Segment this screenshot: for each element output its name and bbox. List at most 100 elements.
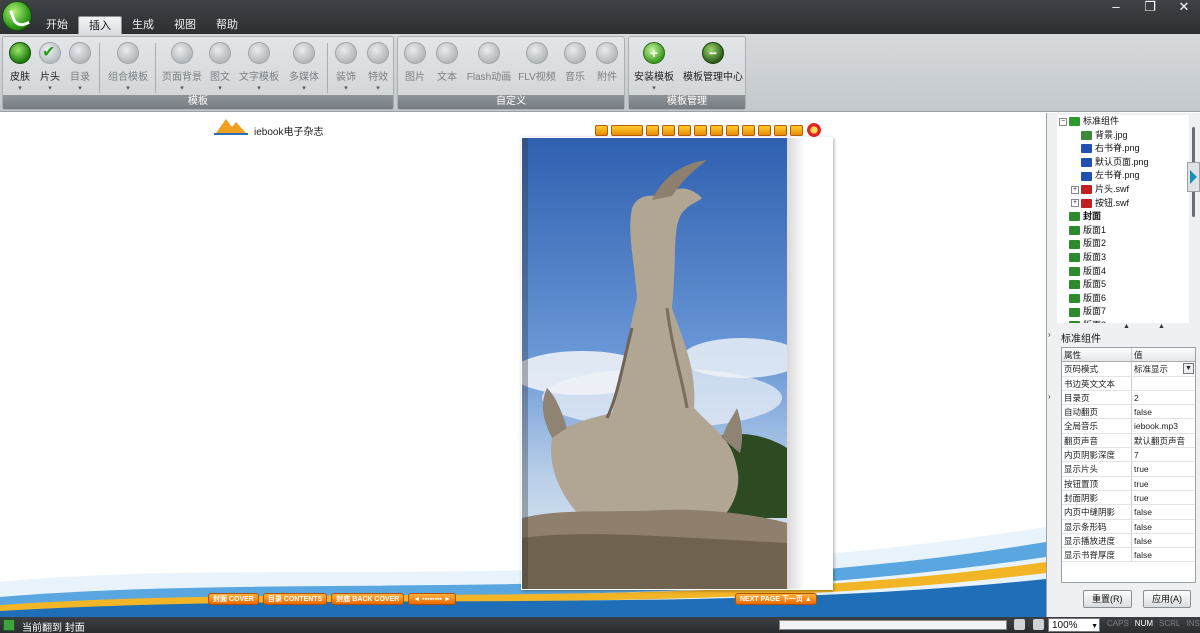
property-row[interactable]: 翻页声音 默认翻页声音: [1062, 433, 1195, 449]
property-value[interactable]: 7: [1132, 448, 1195, 461]
settings-icon[interactable]: [726, 124, 739, 136]
refresh-icon[interactable]: [1033, 619, 1044, 630]
property-row[interactable]: 书边英文文本: [1062, 376, 1195, 391]
expand-toggle-icon[interactable]: +: [1071, 199, 1079, 208]
contents-nav-button[interactable]: 目录 CONTENTS: [262, 593, 328, 605]
app-menu-orb-icon[interactable]: [2, 1, 32, 31]
email-icon[interactable]: [694, 124, 707, 136]
property-value[interactable]: true: [1132, 477, 1195, 490]
property-row[interactable]: 显示片头 true: [1062, 462, 1195, 477]
effect-button[interactable]: 特效 ▾: [365, 39, 391, 95]
sun-gear-icon[interactable]: [806, 122, 822, 138]
edit-icon[interactable]: [758, 124, 771, 136]
toc-button[interactable]: 目录 ▾: [67, 39, 93, 95]
tree-item[interactable]: 版面7: [1057, 305, 1189, 319]
property-value[interactable]: 标准显示 ▼: [1132, 362, 1195, 375]
property-row[interactable]: 内页中缝阴影 false: [1062, 505, 1195, 520]
intro-button[interactable]: 片头 ▾: [37, 39, 63, 95]
close-viewer-icon[interactable]: [790, 124, 803, 136]
tab-start[interactable]: 开始: [36, 16, 78, 34]
print-icon[interactable]: [1014, 619, 1025, 630]
property-value[interactable]: false: [1132, 534, 1195, 547]
tree-item[interactable]: − 标准组件: [1057, 115, 1189, 129]
decoration-button[interactable]: 装饰 ▾: [333, 39, 359, 95]
zoom-icon[interactable]: [595, 124, 608, 136]
restore-button[interactable]: ❐: [1142, 0, 1158, 14]
property-value[interactable]: 2: [1132, 391, 1195, 404]
tree-item[interactable]: 左书脊.png: [1057, 169, 1189, 183]
music-button[interactable]: 音乐: [562, 39, 588, 95]
property-row[interactable]: 自动翻页 false: [1062, 405, 1195, 420]
tree-scroll-up-icon[interactable]: ▲: [1123, 323, 1130, 330]
image-button[interactable]: 图片: [402, 39, 428, 95]
property-value[interactable]: false: [1132, 548, 1195, 561]
reset-button[interactable]: 重置(R): [1083, 590, 1132, 608]
tab-generate[interactable]: 生成: [122, 16, 164, 34]
property-value[interactable]: [1132, 377, 1195, 390]
template-manager-button[interactable]: 模板管理中心: [683, 39, 743, 95]
next-page-button[interactable]: NEXT PAGE 下一页 ▲: [735, 593, 817, 605]
collapse-arrow-icon[interactable]: ›: [1048, 392, 1051, 401]
text-button[interactable]: 文本: [434, 39, 460, 95]
property-value[interactable]: 默认翻页声音: [1132, 434, 1195, 447]
fullscreen-icon[interactable]: [678, 124, 691, 136]
install-template-button[interactable]: 安装模板 ▾: [633, 39, 675, 95]
sound-icon[interactable]: [742, 124, 755, 136]
image-text-button[interactable]: 图文 ▾: [207, 39, 233, 95]
tree-item[interactable]: 版面5: [1057, 278, 1189, 292]
close-button[interactable]: ✕: [1176, 0, 1192, 14]
expand-toggle-icon[interactable]: −: [1059, 117, 1067, 126]
property-row[interactable]: 显示播放进度 false: [1062, 533, 1195, 549]
expand-toggle-icon[interactable]: +: [1071, 185, 1079, 194]
tree-item[interactable]: 版面4: [1057, 265, 1189, 279]
property-row[interactable]: 目录页 2: [1062, 390, 1195, 406]
property-row[interactable]: 显示条形码 false: [1062, 519, 1195, 534]
minimize-icon[interactable]: [774, 124, 787, 136]
property-row[interactable]: 全局音乐 iebook.mp3: [1062, 419, 1195, 434]
volume-slider[interactable]: ◄ ▪▪▪▪▪▪▪▪ ►: [408, 593, 456, 605]
tree-item[interactable]: 版面6: [1057, 292, 1189, 306]
tab-help[interactable]: 帮助: [206, 16, 248, 34]
skin-button[interactable]: 皮肤 ▾: [7, 39, 33, 95]
combo-template-button[interactable]: 组合模板 ▾: [107, 39, 149, 95]
tree-item[interactable]: 版面1: [1057, 224, 1189, 238]
property-row[interactable]: 内页阴影深度 7: [1062, 448, 1195, 463]
tree-scrollbar[interactable]: [1191, 115, 1197, 323]
apply-button[interactable]: 应用(A): [1143, 590, 1191, 608]
tree-scroll-up-icon[interactable]: ▲: [1158, 323, 1165, 330]
tree-item[interactable]: 封面: [1057, 210, 1189, 224]
property-value[interactable]: false: [1132, 505, 1195, 518]
tree-item[interactable]: 右书脊.png: [1057, 142, 1189, 156]
help-icon[interactable]: [710, 124, 723, 136]
cover-nav-button[interactable]: 封面 COVER: [208, 593, 259, 605]
property-value[interactable]: false: [1132, 405, 1195, 418]
tree-item[interactable]: 版面3: [1057, 251, 1189, 265]
tree-item[interactable]: 版面2: [1057, 237, 1189, 251]
tree-item[interactable]: 背景.jpg: [1057, 129, 1189, 143]
print-icon[interactable]: [662, 124, 675, 136]
tab-insert[interactable]: 插入: [78, 16, 122, 34]
tree-item[interactable]: + 按钮.swf: [1057, 197, 1189, 211]
property-value[interactable]: true: [1132, 491, 1195, 504]
zoom-select[interactable]: 100% ▼: [1048, 618, 1100, 632]
property-row[interactable]: 显示书脊厚度 false: [1062, 548, 1195, 563]
page-go-icon[interactable]: [611, 124, 643, 136]
collapse-arrow-icon[interactable]: ›: [1048, 330, 1051, 339]
minimize-button[interactable]: –: [1108, 0, 1124, 14]
multimedia-button[interactable]: 多媒体 ▾: [287, 39, 321, 95]
text-template-button[interactable]: 文字模板 ▾: [239, 39, 279, 95]
tree-item[interactable]: 默认页面.png: [1057, 156, 1189, 170]
chevron-down-icon[interactable]: ▼: [1183, 363, 1194, 375]
flash-button[interactable]: Flash动画: [466, 39, 512, 95]
flv-video-button[interactable]: FLV视频: [518, 39, 556, 95]
bookmark-icon[interactable]: [646, 124, 659, 136]
tree-item[interactable]: + 片头.swf: [1057, 183, 1189, 197]
property-row[interactable]: 按钮置顶 true: [1062, 476, 1195, 491]
property-value[interactable]: true: [1132, 462, 1195, 475]
tab-view[interactable]: 视图: [164, 16, 206, 34]
page-background-button[interactable]: 页面背景 ▾: [162, 39, 202, 95]
property-value[interactable]: iebook.mp3: [1132, 419, 1195, 432]
back-cover-nav-button[interactable]: 封底 BACK COVER: [331, 593, 405, 605]
attachment-button[interactable]: 附件: [594, 39, 620, 95]
side-panel-toggle-icon[interactable]: [1187, 162, 1200, 192]
